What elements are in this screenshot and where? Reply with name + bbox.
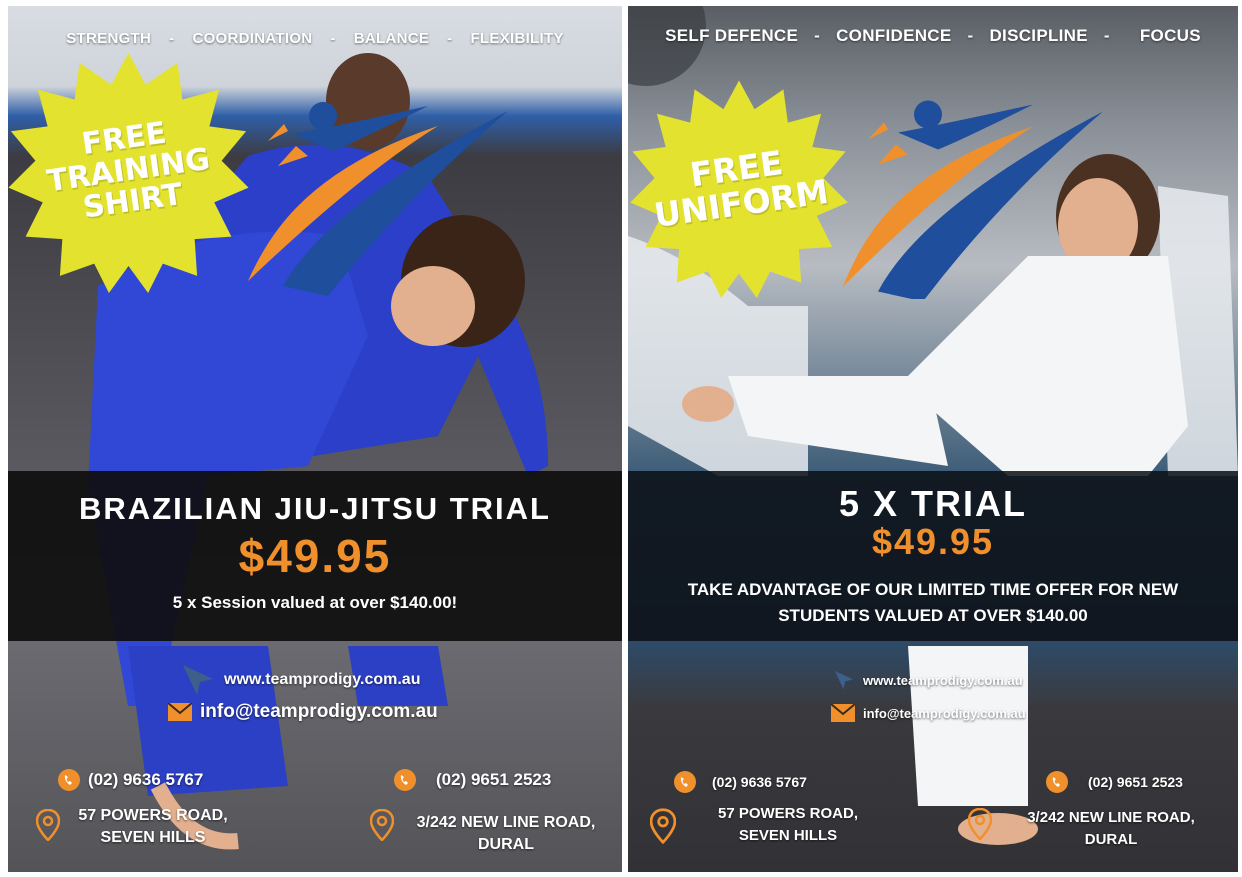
starburst-text: UNIFORM bbox=[651, 171, 831, 235]
phone-1[interactable]: (02) 9636 5767 bbox=[58, 769, 203, 791]
address-line: 3/242 NEW LINE ROAD, bbox=[1027, 809, 1195, 826]
address-dural: 3/242 NEW LINE ROAD, DURAL bbox=[1000, 807, 1222, 851]
email-text: info@teamprodigy.com.au bbox=[863, 705, 1026, 721]
phone-icon bbox=[58, 769, 80, 791]
address-line: 57 POWERS ROAD, bbox=[78, 807, 228, 824]
website-text: www.teamprodigy.com.au bbox=[863, 672, 1023, 688]
address-seven-hills: 57 POWERS ROAD, SEVEN HILLS bbox=[688, 803, 888, 847]
phone-icon bbox=[394, 769, 416, 791]
phone-icon bbox=[1046, 771, 1068, 793]
phone-2[interactable]: (02) 9651 2523 bbox=[394, 769, 551, 791]
phone-icon bbox=[674, 771, 696, 793]
team-prodigy-logo bbox=[843, 100, 1103, 299]
tagline-word: FOCUS bbox=[1139, 26, 1201, 45]
location-pin-icon bbox=[370, 809, 394, 841]
tagline-separator: - bbox=[814, 26, 821, 45]
address-dural: 3/242 NEW LINE ROAD, DURAL bbox=[401, 812, 611, 856]
tagline-separator: - bbox=[1103, 26, 1110, 45]
free-training-shirt-starburst: FREE TRAINING SHIRT bbox=[8, 48, 251, 293]
address-line: DURAL bbox=[1084, 831, 1138, 848]
address-line: SEVEN HILLS bbox=[100, 829, 206, 846]
tagline-word: CONFIDENCE bbox=[836, 26, 952, 45]
offer-subtitle: TAKE ADVANTAGE OF OUR LIMITED TIME OFFER… bbox=[687, 580, 1179, 625]
website-link[interactable]: www.teamprodigy.com.au bbox=[833, 669, 1023, 691]
tagline-word: SELF DEFENCE bbox=[665, 26, 799, 45]
phone-2[interactable]: (02) 9651 2523 bbox=[1046, 771, 1183, 793]
address-line: 57 POWERS ROAD, bbox=[717, 805, 859, 822]
left-tagline: STRENGTH - COORDINATION - BALANCE - FLEX… bbox=[8, 30, 622, 47]
email-link[interactable]: info@teamprodigy.com.au bbox=[831, 704, 1026, 722]
left-flyer: STRENGTH - COORDINATION - BALANCE - FLEX… bbox=[8, 6, 622, 872]
mail-icon bbox=[831, 704, 855, 722]
cursor-icon bbox=[180, 662, 216, 698]
free-uniform-starburst: FREE UNIFORM bbox=[628, 76, 850, 298]
tagline-separator: - bbox=[330, 30, 336, 47]
cursor-icon bbox=[833, 669, 855, 691]
offer-price: $49.95 bbox=[238, 530, 392, 582]
offer-band: 5 X TRIAL $49.95 TAKE ADVANTAGE OF OUR L… bbox=[628, 471, 1238, 641]
offer-price: $49.95 bbox=[871, 521, 995, 562]
website-text: www.teamprodigy.com.au bbox=[224, 671, 421, 688]
address-line: DURAL bbox=[478, 836, 534, 853]
tagline-word: BALANCE bbox=[353, 30, 430, 47]
team-prodigy-logo bbox=[248, 102, 508, 296]
tagline-separator: - bbox=[447, 30, 453, 47]
mail-icon bbox=[168, 703, 192, 721]
offer-title: 5 X TRIAL bbox=[838, 483, 1027, 524]
address-seven-hills: 57 POWERS ROAD, SEVEN HILLS bbox=[68, 805, 238, 849]
offer-title: BRAZILIAN JIU-JITSU TRIAL bbox=[79, 491, 551, 526]
location-pin-icon bbox=[36, 809, 60, 841]
website-link[interactable]: www.teamprodigy.com.au bbox=[180, 662, 420, 698]
email-link[interactable]: info@teamprodigy.com.au bbox=[168, 701, 438, 723]
address-line: 3/242 NEW LINE ROAD, bbox=[416, 814, 596, 831]
location-pin-icon bbox=[650, 808, 676, 844]
email-text: info@teamprodigy.com.au bbox=[200, 701, 438, 722]
phone-text: (02) 9651 2523 bbox=[1088, 774, 1183, 790]
address-line: SEVEN HILLS bbox=[738, 827, 838, 844]
phone-text: (02) 9651 2523 bbox=[436, 770, 552, 789]
phone-1[interactable]: (02) 9636 5767 bbox=[674, 771, 807, 793]
offer-subtitle: 5 x Session valued at over $140.00! bbox=[172, 593, 458, 612]
tagline-word: DISCIPLINE bbox=[989, 26, 1088, 45]
tagline-word: FLEXIBILITY bbox=[470, 30, 564, 47]
right-flyer: SELF DEFENCE - CONFIDENCE - DISCIPLINE -… bbox=[628, 6, 1238, 872]
location-pin-icon bbox=[968, 808, 992, 840]
phone-text: (02) 9636 5767 bbox=[88, 770, 204, 789]
tagline-separator: - bbox=[967, 26, 974, 45]
phone-text: (02) 9636 5767 bbox=[712, 774, 807, 790]
right-tagline: SELF DEFENCE - CONFIDENCE - DISCIPLINE -… bbox=[628, 26, 1238, 46]
offer-band: BRAZILIAN JIU-JITSU TRIAL $49.95 5 x Ses… bbox=[8, 471, 622, 641]
